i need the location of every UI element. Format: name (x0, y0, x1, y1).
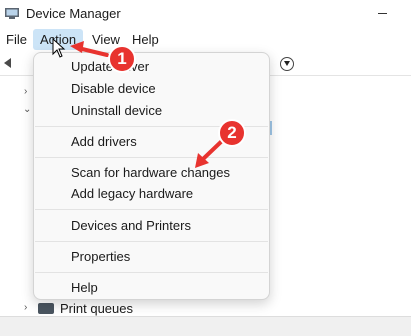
action-dropdown-menu: Update driver Disable device Uninstall d… (33, 52, 270, 300)
chevron-right-icon[interactable]: › (24, 86, 27, 97)
menu-file[interactable]: File (6, 32, 27, 47)
tree-item-print-queues[interactable]: Print queues (60, 301, 133, 316)
chevron-down-icon[interactable]: ⌄ (23, 104, 31, 115)
title-bar: Device Manager (0, 0, 411, 28)
status-bar (0, 316, 411, 336)
menu-item-add-drivers[interactable]: Add drivers (71, 134, 137, 149)
step-badge-1: 1 (108, 45, 136, 73)
back-arrow-icon[interactable] (4, 58, 11, 68)
download-driver-icon[interactable] (280, 57, 294, 71)
menu-separator (35, 241, 268, 242)
menu-separator (35, 272, 268, 273)
menu-item-add-legacy-hardware[interactable]: Add legacy hardware (71, 186, 193, 201)
menu-item-disable-device[interactable]: Disable device (71, 81, 156, 96)
chevron-right-icon[interactable]: › (24, 302, 27, 313)
menu-item-help[interactable]: Help (71, 280, 98, 295)
menu-item-devices-printers[interactable]: Devices and Printers (71, 218, 191, 233)
window-title: Device Manager (26, 6, 121, 21)
menu-item-uninstall-device[interactable]: Uninstall device (71, 103, 162, 118)
menu-item-scan-hardware[interactable]: Scan for hardware changes (71, 165, 230, 180)
step-badge-2: 2 (218, 119, 246, 147)
menu-separator (35, 157, 268, 158)
menu-separator (35, 209, 268, 210)
printer-icon (38, 303, 54, 314)
device-manager-icon (5, 8, 19, 19)
menu-help[interactable]: Help (132, 32, 159, 47)
minimize-button[interactable] (378, 13, 387, 14)
mouse-cursor-icon (52, 38, 66, 58)
menu-item-properties[interactable]: Properties (71, 249, 130, 264)
menu-view[interactable]: View (92, 32, 120, 47)
